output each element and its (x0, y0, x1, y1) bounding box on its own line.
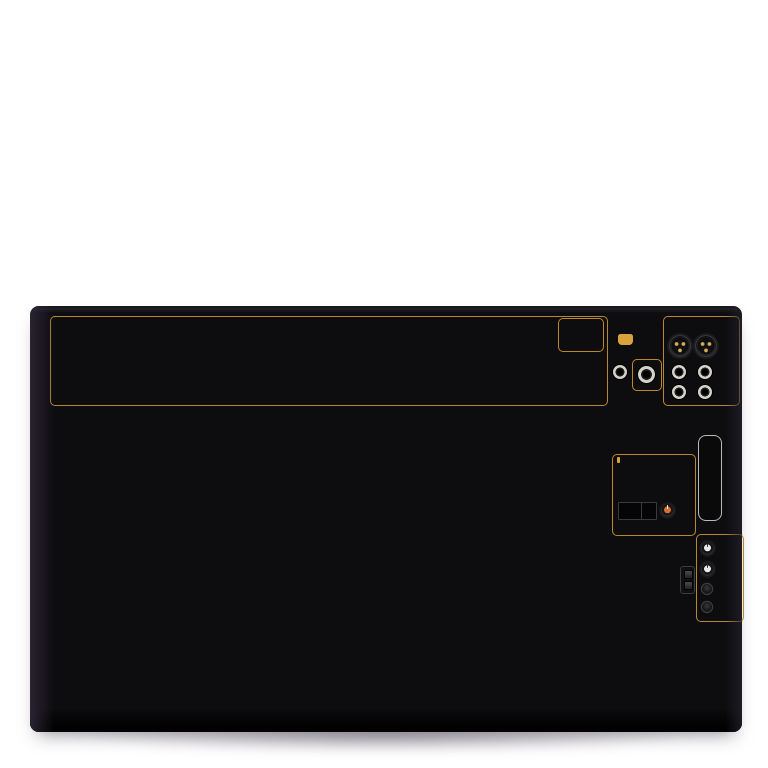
ctrl-room-jack-left (672, 385, 686, 399)
rcf-logo (618, 334, 633, 345)
fx-level-knob[interactable] (661, 504, 674, 517)
pro-dsp-fx-box (612, 454, 696, 536)
console-left-cheek (30, 306, 56, 732)
main-output-xlr-right (695, 335, 717, 357)
monitor-source-bus-button[interactable] (702, 602, 712, 612)
fx-display-window (618, 502, 642, 520)
product-photo-stage (0, 0, 768, 768)
phones-output-jack (637, 365, 655, 383)
inputs-section-box (50, 316, 608, 406)
fx-header (617, 457, 620, 463)
phones-level-knob[interactable] (701, 563, 714, 576)
bus-assign-switch[interactable] (680, 566, 695, 594)
main-output-jack-left (672, 365, 686, 379)
stereo-line-box (558, 318, 604, 352)
console-armrest (30, 710, 742, 732)
console-top-edge (34, 308, 738, 313)
foot-switch-jack (613, 365, 627, 379)
fx-header-badge (617, 457, 620, 463)
fx-display-window-2 (641, 502, 657, 520)
monitor-source-mains-button[interactable] (702, 584, 712, 594)
main-output-jack-right (698, 365, 712, 379)
mixing-console (30, 306, 744, 732)
level-meter (698, 435, 722, 521)
ctrl-room-jack-right (698, 385, 712, 399)
ctrl-room-level-knob[interactable] (701, 542, 714, 555)
main-output-xlr-left (669, 335, 691, 357)
console-right-cheek (724, 306, 742, 732)
